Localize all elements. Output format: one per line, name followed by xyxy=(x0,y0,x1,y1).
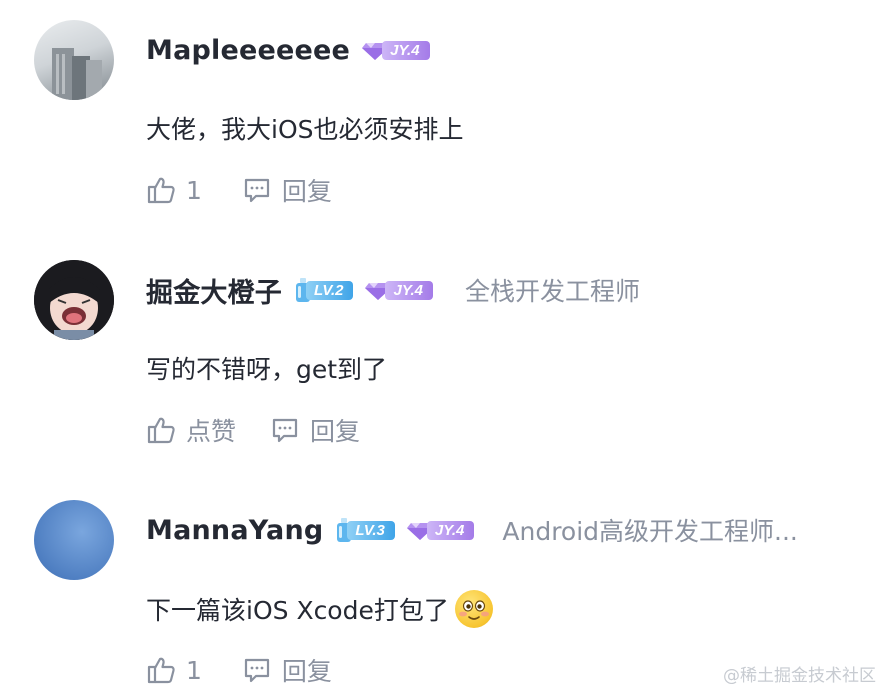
username[interactable]: Mapleeeeeee xyxy=(146,35,350,66)
reply-button[interactable]: 回复 xyxy=(270,412,360,448)
thumbs-up-icon xyxy=(147,657,175,684)
jy-level-badge: JY.4 xyxy=(362,38,430,62)
comment-text: 下一篇该iOS Xcode打包了 xyxy=(146,590,493,628)
blushing-smile-emoji-icon xyxy=(454,590,493,628)
reply-button[interactable]: 回复 xyxy=(242,652,332,688)
comment-text: 写的不错呀，get到了 xyxy=(146,355,388,384)
comment-text: 大佬，我大iOS也必须安排上 xyxy=(146,115,464,144)
lv-level-badge: LV.2 xyxy=(294,278,354,302)
comment-header: Mapleeeeeee JY.4 xyxy=(146,32,430,68)
watermark: @稀土掘金技术社区 xyxy=(723,666,876,686)
comment-actions: 1 回复 xyxy=(146,172,332,208)
thumbs-up-icon xyxy=(147,177,175,204)
comment-bubble-icon xyxy=(244,178,270,203)
lv-level-badge: LV.3 xyxy=(335,518,395,542)
thumbs-up-icon xyxy=(147,417,175,444)
user-job-title: Android高级开发工程师... xyxy=(502,517,798,546)
comment-bubble-icon xyxy=(272,418,298,443)
comment-actions: 1 回复 xyxy=(146,652,332,688)
username[interactable]: MannaYang xyxy=(146,515,323,546)
like-button[interactable]: 点赞 xyxy=(146,412,236,448)
comment-bubble-icon xyxy=(244,658,270,683)
avatar[interactable] xyxy=(34,20,114,100)
avatar[interactable] xyxy=(34,260,114,340)
avatar[interactable] xyxy=(34,500,114,580)
username[interactable]: 掘金大橙子 xyxy=(146,271,282,310)
comment-header: 掘金大橙子 LV.2 JY.4 全栈开发工程师 xyxy=(146,271,640,310)
comment-actions: 点赞 回复 xyxy=(146,412,360,448)
user-job-title: 全栈开发工程师 xyxy=(464,277,640,306)
reply-button[interactable]: 回复 xyxy=(242,172,332,208)
like-button[interactable]: 1 xyxy=(146,175,202,205)
jy-level-badge: JY.4 xyxy=(365,278,433,302)
comment-header: MannaYang LV.3 JY.4 Android高级开发工程师... xyxy=(146,512,798,548)
jy-level-badge: JY.4 xyxy=(406,518,475,542)
like-button[interactable]: 1 xyxy=(146,655,202,685)
